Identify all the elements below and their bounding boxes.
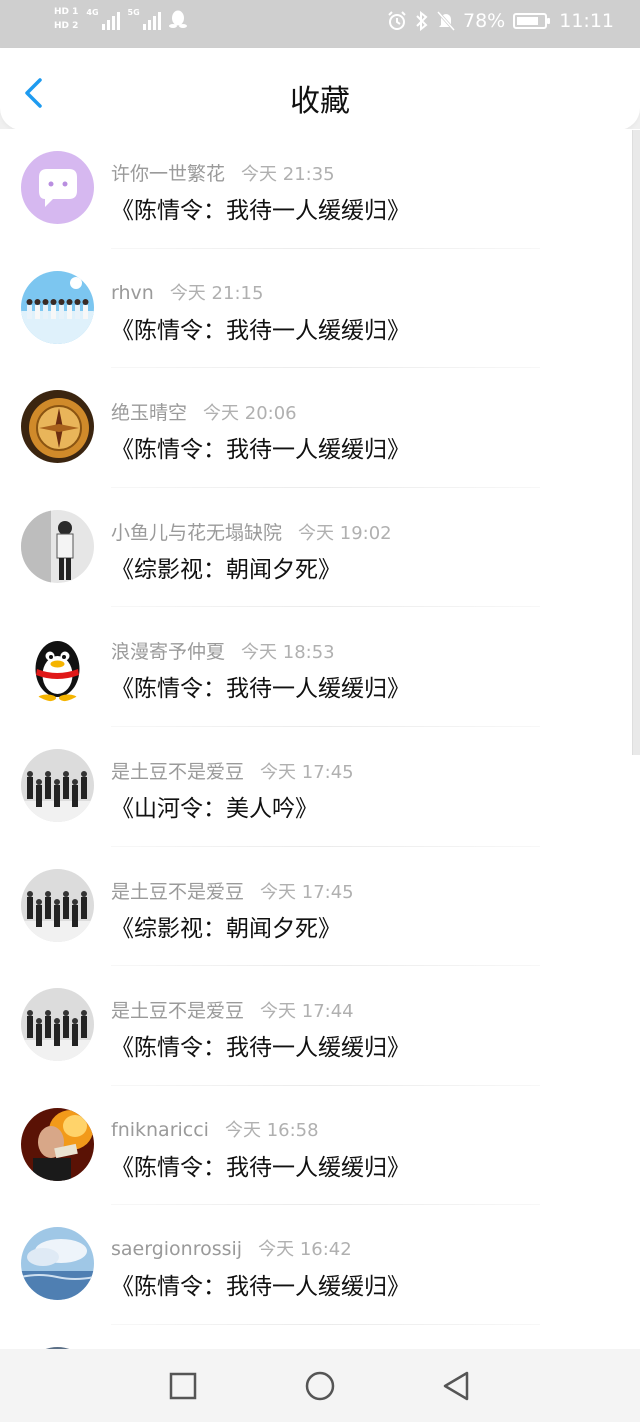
avatar[interactable]	[21, 270, 94, 344]
mute-bell-icon	[437, 11, 455, 31]
favorite-title[interactable]: 《综影视：朝闻夕死》	[111, 550, 341, 584]
avatar[interactable]	[21, 151, 94, 224]
favorite-title[interactable]: 《山河令：美人吟》	[111, 789, 318, 823]
timestamp: 今天 19:02	[298, 522, 392, 544]
battery-icon	[513, 13, 551, 29]
favorite-title[interactable]: 《陈情令：我待一人缓缓归》	[111, 311, 410, 345]
favorite-meta: 是土豆不是爱豆 今天 17:45	[111, 757, 354, 784]
favorite-title[interactable]: 《陈情令：我待一人缓缓归》	[111, 191, 410, 225]
clock: 11:11	[559, 10, 614, 32]
favorite-title[interactable]: 《陈情令：我待一人缓缓归》	[111, 1148, 410, 1182]
triangle-back-icon[interactable]	[440, 1370, 472, 1402]
avatar[interactable]	[21, 629, 94, 703]
timestamp: 今天 17:44	[260, 1001, 354, 1023]
status-left: HD 1 HD 2 4G 5G	[54, 6, 187, 32]
favorite-meta: 许你一世繁花 今天 21:35	[111, 159, 335, 186]
username[interactable]: 是土豆不是爱豆	[111, 881, 244, 903]
timestamp: 今天 21:35	[241, 164, 335, 185]
status-bar: HD 1 HD 2 4G 5G 78% 11:11	[0, 0, 640, 48]
favorite-meta: 浪漫寄予仲夏 今天 18:53	[111, 637, 335, 664]
divider	[111, 1323, 540, 1325]
favorite-title[interactable]: 《陈情令：我待一人缓缓归》	[111, 1267, 410, 1301]
username[interactable]: 许你一世繁花	[111, 163, 225, 185]
favorite-meta: fniknaricci 今天 16:58	[111, 1116, 319, 1142]
username[interactable]: 绝玉晴空	[111, 402, 187, 424]
scrollbar[interactable]	[632, 130, 640, 755]
favorite-title[interactable]: 《陈情令：我待一人缓缓归》	[111, 430, 410, 464]
favorite-item[interactable]: 小鱼儿与花无塌缺院 今天 19:02 《综影视：朝闻夕死》	[0, 488, 640, 608]
favorite-meta: 是土豆不是爱豆 今天 17:45	[111, 877, 354, 904]
signal-icon: 4G	[86, 8, 120, 30]
favorite-meta: 绝玉晴空 今天 20:06	[111, 398, 297, 425]
avatar[interactable]	[21, 1227, 94, 1301]
username[interactable]: rhvn	[111, 282, 154, 304]
favorite-item[interactable]: 是土豆不是爱豆 今天 17:44 《陈情令：我待一人缓缓归》	[0, 966, 640, 1086]
square-icon[interactable]	[167, 1370, 199, 1402]
hd1-label: HD 1	[54, 7, 79, 17]
avatar[interactable]	[21, 509, 94, 583]
bluetooth-icon	[416, 11, 428, 31]
favorite-meta: 是土豆不是爱豆 今天 17:44	[111, 996, 354, 1023]
favorite-item[interactable]: 许你一世繁花 今天 21:35 《陈情令：我待一人缓缓归》	[0, 129, 640, 249]
timestamp: 今天 17:45	[260, 762, 354, 783]
avatar[interactable]	[21, 868, 94, 942]
username[interactable]: 小鱼儿与花无塌缺院	[111, 522, 282, 544]
favorite-title[interactable]: 《陈情令：我待一人缓缓归》	[111, 1028, 410, 1062]
favorite-title[interactable]: 《综影视：朝闻夕死》	[111, 909, 341, 943]
username[interactable]: 浪漫寄予仲夏	[111, 641, 225, 663]
timestamp: 今天 18:53	[241, 642, 335, 664]
avatar[interactable]	[21, 749, 94, 822]
username[interactable]: saergionrossij	[111, 1238, 242, 1260]
network-type-label: 4G	[86, 8, 99, 17]
timestamp: 今天 17:45	[260, 881, 354, 903]
favorite-meta: saergionrossij 今天 16:42	[111, 1235, 352, 1261]
page-title: 收藏	[290, 84, 350, 119]
hd2-label: HD 2	[54, 21, 79, 31]
favorite-item[interactable]: 是土豆不是爱豆 今天 17:45 《山河令：美人吟》	[0, 727, 640, 847]
avatar[interactable]	[21, 390, 94, 464]
favorite-item[interactable]: 是土豆不是爱豆 今天 17:45 《综影视：朝闻夕死》	[0, 847, 640, 967]
favorite-item[interactable]: rhvn 今天 21:15 《陈情令：我待一人缓缓归》	[0, 249, 640, 369]
alarm-icon	[388, 11, 406, 30]
circle-icon[interactable]	[304, 1370, 336, 1402]
favorite-item[interactable]: 浪漫寄予仲夏 今天 18:53 《陈情令：我待一人缓缓归》	[0, 607, 640, 727]
avatar[interactable]	[21, 988, 94, 1062]
username[interactable]: 是土豆不是爱豆	[111, 761, 244, 783]
battery-percent: 78%	[463, 10, 506, 32]
favorite-meta: rhvn 今天 21:15	[111, 279, 263, 305]
system-nav-bar	[0, 1349, 640, 1422]
avatar[interactable]	[21, 1107, 94, 1181]
username[interactable]: fniknaricci	[111, 1119, 209, 1141]
favorite-item[interactable]: saergionrossij 今天 16:42 《陈情令：我待一人缓缓归》	[0, 1205, 640, 1325]
hd-indicators: HD 1 HD 2	[54, 6, 78, 32]
timestamp: 今天 16:58	[224, 1119, 319, 1141]
qq-notification-icon	[168, 10, 187, 28]
app-header: 收藏	[0, 48, 640, 130]
favorite-title[interactable]: 《陈情令：我待一人缓缓归》	[111, 669, 410, 703]
timestamp: 今天 20:06	[203, 403, 297, 425]
status-right: 78% 11:11	[387, 10, 614, 32]
favorites-list: 许你一世繁花 今天 21:35 《陈情令：我待一人缓缓归》 rhvn 今天 21:15 《…	[0, 129, 640, 1349]
timestamp: 今天 16:42	[258, 1239, 352, 1261]
favorite-meta: 小鱼儿与花无塌缺院 今天 19:02	[111, 518, 392, 545]
network-type-label: 5G	[127, 8, 140, 17]
favorite-item[interactable]: fniknaricci 今天 16:58 《陈情令：我待一人缓缓归》	[0, 1086, 640, 1206]
signal-icon: 5G	[128, 8, 161, 30]
favorite-item[interactable]: 绝玉晴空 今天 20:06 《陈情令：我待一人缓缓归》	[0, 368, 640, 488]
username[interactable]: 是土豆不是爱豆	[111, 1000, 244, 1022]
timestamp: 今天 21:15	[169, 282, 264, 304]
